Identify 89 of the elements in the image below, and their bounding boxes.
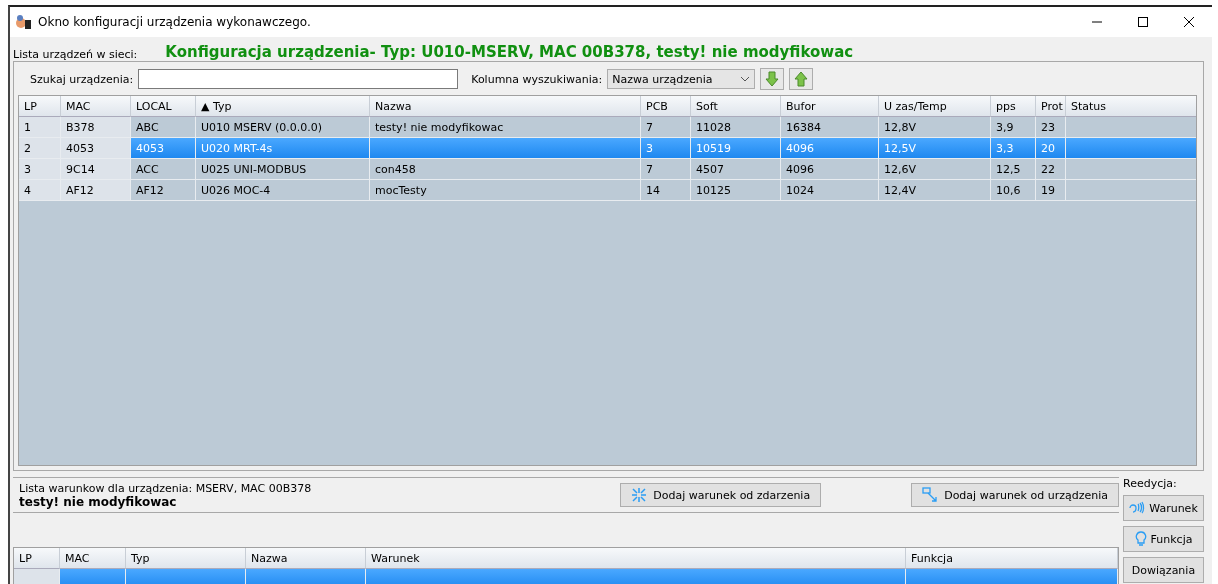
table-cell: 12,8V bbox=[879, 117, 991, 138]
table-cell: 1 bbox=[19, 117, 61, 138]
table-cell: U020 MRT-4s bbox=[196, 138, 370, 159]
table-cell: 19 bbox=[1036, 180, 1066, 201]
table-cell: 23 bbox=[1036, 117, 1066, 138]
column-header[interactable]: Funkcja bbox=[906, 548, 1118, 569]
config-title: Konfiguracja urządzenia- Typ: U010-MSERV, MAC 00B378, testy! nie modyfikowac bbox=[165, 43, 854, 61]
table-cell: 12,4V bbox=[879, 180, 991, 201]
table-cell: U026 MOC-4 bbox=[196, 180, 370, 201]
table-cell: AF12 bbox=[131, 180, 196, 201]
edit-button[interactable]: Dowiązania bbox=[1123, 557, 1204, 583]
arrows-in-icon bbox=[631, 487, 648, 503]
column-header[interactable]: Bufor bbox=[781, 96, 879, 117]
lightbulb-icon bbox=[1134, 531, 1147, 547]
table-cell: 4053 bbox=[61, 138, 131, 159]
table-cell: 12,5V bbox=[879, 138, 991, 159]
column-header[interactable]: Nazwa bbox=[370, 96, 641, 117]
table-cell: 20 bbox=[1036, 138, 1066, 159]
column-header[interactable]: pps bbox=[991, 96, 1036, 117]
table-cell: B378 bbox=[61, 117, 131, 138]
table-cell: 3,9 bbox=[991, 117, 1036, 138]
search-column-dropdown[interactable]: Nazwa urządzenia bbox=[607, 69, 756, 89]
table-cell: 3,3 bbox=[991, 138, 1036, 159]
column-header[interactable]: LOCAL bbox=[131, 96, 196, 117]
device-row[interactable]: 4 AF12 AF12 U026 MOC-4 mocTesty 14 10125 1024 12,4V 10,6 19 bbox=[19, 180, 1196, 201]
table-cell: AF12 bbox=[61, 180, 131, 201]
column-header[interactable]: MAC bbox=[61, 96, 131, 117]
table-cell: 12,5 bbox=[991, 159, 1036, 180]
condition-row[interactable] bbox=[14, 569, 1118, 584]
window-title: Okno konfiguracji urządzenia wykonawczego. bbox=[38, 15, 312, 29]
table-cell: 7 bbox=[641, 117, 691, 138]
column-header[interactable]: LP bbox=[14, 548, 60, 569]
device-row[interactable]: 3 9C14 ACC U025 UNI-MODBUS con458 7 4507 4096 12,6V 12,5 22 bbox=[19, 159, 1196, 180]
column-header[interactable]: Nazwa bbox=[246, 548, 366, 569]
table-cell: 10519 bbox=[691, 138, 781, 159]
column-header[interactable]: MAC bbox=[60, 548, 126, 569]
column-header[interactable]: Typ bbox=[126, 548, 246, 569]
table-cell: 16384 bbox=[781, 117, 879, 138]
add-condition-button[interactable]: Dodaj warunek od urządzenia bbox=[911, 483, 1119, 507]
column-header[interactable]: Status bbox=[1066, 96, 1196, 117]
caret-icon bbox=[740, 76, 751, 82]
column-header[interactable]: Prot bbox=[1036, 96, 1066, 117]
column-header[interactable]: Soft bbox=[691, 96, 781, 117]
devices-label: Lista urządzeń w sieci: bbox=[13, 48, 138, 61]
table-cell: 1024 bbox=[781, 180, 879, 201]
table-cell: 9C14 bbox=[61, 159, 131, 180]
conditions-info: Lista warunkow dla urządzenia: MSERV, MAC 00B378 bbox=[19, 481, 313, 495]
column-header[interactable]: Warunek bbox=[366, 548, 906, 569]
search-column-label: Kolumna wyszukiwania: bbox=[471, 72, 603, 86]
table-cell: mocTesty bbox=[370, 180, 641, 201]
table-cell: 11028 bbox=[691, 117, 781, 138]
table-cell: testy! nie modyfikowac bbox=[370, 117, 641, 138]
table-cell: 4096 bbox=[781, 159, 879, 180]
device-row[interactable]: 1 B378 ABC U010 MSERV (0.0.0.0) testy! nie modyfikowac 7 11028 16384 12,8V 3,9 23 bbox=[19, 117, 1196, 138]
column-header[interactable]: U zas/Temp bbox=[879, 96, 991, 117]
table-cell: 22 bbox=[1036, 159, 1066, 180]
device-row[interactable]: 2 4053 4053 U020 MRT-4s 3 10519 4096 12,5V 3,3 20 bbox=[19, 138, 1196, 159]
table-cell: 4507 bbox=[691, 159, 781, 180]
edit-button[interactable]: Funkcja bbox=[1123, 526, 1204, 552]
table-cell: U025 UNI-MODBUS bbox=[196, 159, 370, 180]
table-cell: 12,6V bbox=[879, 159, 991, 180]
table-cell: 10125 bbox=[691, 180, 781, 201]
add-condition-button[interactable]: Dodaj warunek od zdarzenia bbox=[620, 483, 822, 507]
ear-icon bbox=[1129, 500, 1146, 516]
table-cell: 4096 bbox=[781, 138, 879, 159]
table-cell: ABC bbox=[131, 117, 196, 138]
sort-up-button[interactable] bbox=[789, 68, 814, 90]
table-cell: 2 bbox=[19, 138, 61, 159]
edit-button[interactable]: Warunek bbox=[1123, 495, 1204, 521]
column-header[interactable]: PCB bbox=[641, 96, 691, 117]
app-icon bbox=[16, 14, 32, 30]
device-name: testy! nie modyfikowac bbox=[19, 494, 178, 509]
column-header[interactable]: LP bbox=[19, 96, 61, 117]
table-cell: ACC bbox=[131, 159, 196, 180]
table-cell: 4 bbox=[19, 180, 61, 201]
sort-down-button[interactable] bbox=[760, 68, 785, 90]
table-cell: con458 bbox=[370, 159, 641, 180]
table-cell: U010 MSERV (0.0.0.0) bbox=[196, 117, 370, 138]
column-header[interactable]: ▲ Typ bbox=[196, 96, 370, 117]
edit-label: Reedycja: bbox=[1123, 477, 1178, 490]
table-cell: 7 bbox=[641, 159, 691, 180]
table-cell: 4053 bbox=[131, 138, 196, 159]
search-label: Szukaj urządzenia: bbox=[30, 72, 134, 86]
table-cell: 10,6 bbox=[991, 180, 1036, 201]
cursor-arrow-icon bbox=[922, 487, 939, 503]
table-cell: 3 bbox=[19, 159, 61, 180]
table-cell: 14 bbox=[641, 180, 691, 201]
search-field[interactable] bbox=[138, 69, 459, 89]
table-cell: 3 bbox=[641, 138, 691, 159]
